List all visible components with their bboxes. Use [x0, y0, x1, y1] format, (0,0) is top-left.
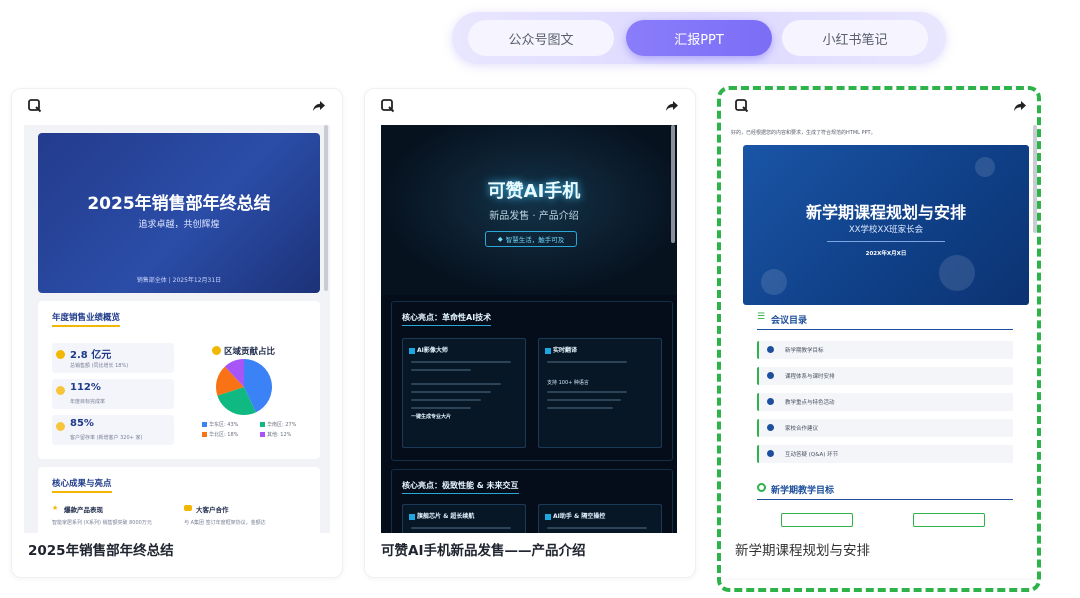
translate-icon: [545, 347, 551, 354]
agenda-item: 互动答疑 (Q&A) 环节: [757, 445, 1013, 463]
slide-subtitle: XX学校XX班家长会: [848, 225, 924, 235]
preview-scrollbar[interactable]: [1033, 125, 1037, 233]
share-icon[interactable]: [665, 99, 679, 113]
section-heading: 会议目录: [771, 316, 808, 326]
target-icon: [767, 346, 774, 353]
achievements-slide: 核心成果与亮点 ★ 爆款产品表现 智能家居系列 (X系列) 销售额突破 8000…: [38, 467, 320, 533]
section-heading: 核心亮点：革命性AI技术: [402, 312, 492, 326]
share-icon[interactable]: [312, 99, 326, 113]
ppt-preview[interactable]: 可赞AI手机 新品发售 · 产品介绍 ◆ 智慧生活，触手可及 核心亮点：革命性AI…: [381, 125, 677, 533]
metric-value: 85%: [70, 418, 94, 429]
preview-icon[interactable]: [28, 99, 42, 113]
section-heading: 核心成果与亮点: [52, 477, 112, 493]
star-icon: [767, 398, 774, 405]
template-card-selected[interactable]: 好的，已经根据您的内容和要求，生成了符合规范的HTML PPT。 新学期课程规划…: [718, 88, 1042, 578]
handshake-icon: [767, 424, 774, 431]
feature-bullet: 支持 100+ 种语言: [547, 380, 589, 386]
preview-scrollbar[interactable]: [324, 125, 328, 291]
metric-desc: 年度目标完成率: [70, 399, 106, 405]
pie-chart-icon: [212, 346, 221, 355]
list-icon: ☰: [757, 312, 766, 322]
template-card[interactable]: 2025年销售部年终总结 追求卓越，共创辉煌 销售部全体 | 2025年12月3…: [11, 88, 343, 578]
agenda-item: 课程体系与课时安排: [757, 367, 1013, 385]
slide-date: 202X年X月X日: [865, 251, 907, 257]
achievement-title: 大客户合作: [196, 506, 229, 514]
camera-icon: [409, 347, 415, 354]
feature-box: AI影像大师 一键生成专业大片: [402, 338, 526, 448]
region-pie-chart: [216, 359, 272, 415]
feature-box: 旗舰芯片 & 超长续航: [402, 504, 526, 533]
feature-title: AI影像大师: [417, 347, 448, 354]
template-title[interactable]: 可赞AI手机新品发售——产品介绍: [381, 539, 585, 559]
section-heading: 核心亮点：极致性能 & 未来交互: [402, 480, 519, 494]
feature-slide: 核心亮点：革命性AI技术 AI影像大师 一键生成专业大片 实时翻译 支持 100…: [391, 301, 673, 461]
metric-card: 85% 客户留存率 (新增客户 320+ 家): [52, 415, 174, 445]
feature-slide: 核心亮点：极致性能 & 未来交互 旗舰芯片 & 超长续航 AI助手 & 隔空操控: [391, 469, 673, 533]
metric-desc: 客户留存率 (新增客户 320+ 家): [70, 435, 143, 441]
achievement-title: 爆款产品表现: [64, 506, 103, 514]
legend-item: 华东区: 43%: [202, 421, 238, 428]
tab-xiaohongshu-note[interactable]: 小红书笔记: [782, 20, 928, 56]
feature-title: 旗舰芯片 & 超长续航: [417, 513, 475, 520]
tab-wechat-article[interactable]: 公众号图文: [468, 20, 614, 56]
slide-subtitle: 新品发售 · 产品介绍: [489, 211, 579, 222]
metric-value: 112%: [70, 382, 101, 393]
pie-title: 区域贡献占比: [224, 347, 276, 357]
slide-title: 2025年销售部年终总结: [87, 194, 271, 214]
preview-icon[interactable]: [735, 99, 749, 113]
metric-card: 112% 年度目标完成率: [52, 379, 174, 409]
handshake-icon: [184, 505, 192, 511]
warning-icon: [56, 350, 65, 359]
share-icon[interactable]: [1013, 99, 1027, 113]
template-card[interactable]: 可赞AI手机 新品发售 · 产品介绍 ◆ 智慧生活，触手可及 核心亮点：革命性AI…: [364, 88, 696, 578]
agenda-item: 家校合作建议: [757, 419, 1013, 437]
agenda-item: 新学期教学目标: [757, 341, 1013, 359]
feature-title: 实时翻译: [553, 347, 578, 354]
intro-text: 好的，已经根据您的内容和要求，生成了符合规范的HTML PPT。: [731, 130, 876, 136]
tagline-badge: ◆ 智慧生活，触手可及: [485, 231, 577, 247]
preview-scrollbar[interactable]: [671, 125, 675, 243]
pin-icon: ◆: [497, 235, 503, 243]
chip-icon: [409, 513, 415, 520]
template-title[interactable]: 2025年销售部年终总结: [28, 539, 174, 559]
star-icon: [56, 386, 65, 395]
cover-slide: 2025年销售部年终总结 追求卓越，共创辉煌 销售部全体 | 2025年12月3…: [38, 133, 320, 293]
ppt-preview[interactable]: 好的，已经根据您的内容和要求，生成了符合规范的HTML PPT。 新学期课程规划…: [727, 125, 1039, 533]
metric-desc: 总销售额 (同比增长 18%): [70, 363, 129, 369]
template-type-tabs: 公众号图文 汇报PPT 小红书笔记: [452, 12, 946, 64]
template-title[interactable]: 新学期课程规划与安排: [735, 539, 870, 559]
legend-item: 华北区: 18%: [202, 431, 238, 438]
preview-icon[interactable]: [381, 99, 395, 113]
assistant-icon: [545, 513, 551, 520]
slide-footer: 销售部全体 | 2025年12月31日: [136, 277, 222, 284]
tab-report-ppt[interactable]: 汇报PPT: [626, 20, 772, 56]
slide-subtitle: 追求卓越，共创辉煌: [138, 220, 220, 230]
feature-title: AI助手 & 隔空操控: [553, 513, 606, 520]
users-icon: [56, 422, 65, 431]
agenda-item: 教学重点与特色活动: [757, 393, 1013, 411]
goals-slide: 新学期教学目标: [743, 473, 1029, 533]
section-heading: 年度销售业绩概览: [52, 311, 121, 327]
metric-card: 2.8 亿元 总销售额 (同比增长 18%): [52, 343, 174, 373]
cover-slide: 新学期课程规划与安排 XX学校XX班家长会 202X年X月X日: [743, 145, 1029, 305]
agenda-slide: ☰ 会议目录 新学期教学目标 课程体系与课时安排 教学重点与特色活动 家校合作建…: [743, 307, 1029, 467]
feature-bullet: 一键生成专业大片: [411, 414, 452, 420]
legend-item: 华南区: 27%: [260, 421, 296, 428]
achievement-desc: 智能家居系列 (X系列) 销售额突破 8000万元: [52, 520, 152, 526]
feature-box: 实时翻译 支持 100+ 种语言: [538, 338, 662, 448]
section-heading: 新学期教学目标: [771, 486, 835, 496]
legend-item: 其他: 12%: [260, 431, 291, 438]
ppt-preview[interactable]: 2025年销售部年终总结 追求卓越，共创辉煌 销售部全体 | 2025年12月3…: [24, 125, 330, 533]
star-icon: ★: [52, 504, 59, 512]
feature-box: AI助手 & 隔空操控: [538, 504, 662, 533]
question-icon: [767, 450, 774, 457]
overview-slide: 年度销售业绩概览 2.8 亿元 总销售额 (同比增长 18%) 112% 年度目…: [38, 301, 320, 459]
hierarchy-icon: [767, 372, 774, 379]
target-icon: [757, 483, 766, 492]
metric-value: 2.8 亿元: [70, 350, 112, 361]
slide-title: 新学期课程规划与安排: [805, 203, 966, 222]
achievement-desc: 与 A集团 签订年度框架协议，金额达: [184, 520, 266, 526]
slide-title: 可赞AI手机: [487, 181, 581, 202]
cover-slide: 可赞AI手机 新品发售 · 产品介绍 ◆ 智慧生活，触手可及: [381, 125, 677, 295]
